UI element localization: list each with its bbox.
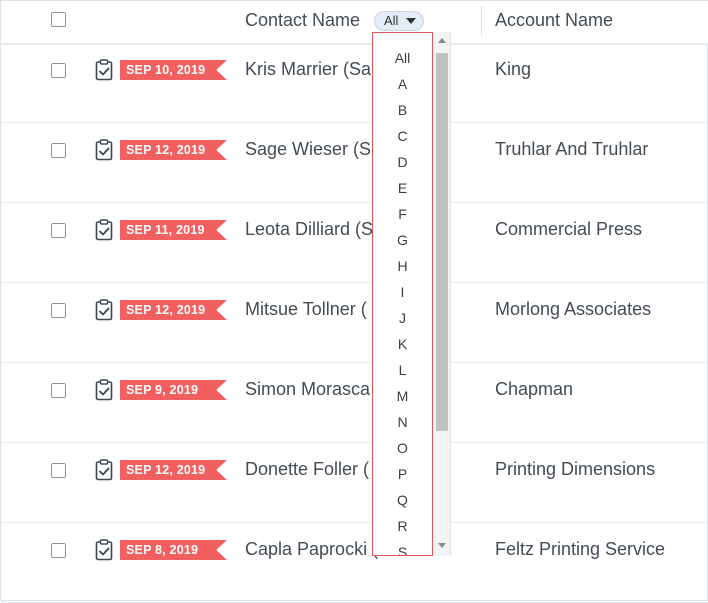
filter-option-letter[interactable]: F xyxy=(373,206,432,222)
table-row[interactable]: SEP 8, 2019 Capla Paprocki ( Feltz Printin… xyxy=(1,523,708,603)
account-name-column-header[interactable]: Account Name xyxy=(495,10,613,31)
filter-option-letter[interactable]: P xyxy=(373,466,432,482)
select-all-checkbox[interactable] xyxy=(51,12,66,27)
filter-option-letter[interactable]: B xyxy=(373,102,432,118)
account-name-link[interactable]: King xyxy=(495,59,531,80)
filter-option-letter[interactable]: M xyxy=(373,388,432,404)
filter-option-all[interactable]: All xyxy=(373,50,432,66)
row-checkbox[interactable] xyxy=(51,383,66,398)
filter-value: All xyxy=(384,13,399,28)
row-checkbox[interactable] xyxy=(51,463,66,478)
table-row[interactable]: SEP 12, 2019 Sage Wieser (Sa Truhlar And T… xyxy=(1,123,708,203)
filter-option-letter[interactable]: O xyxy=(373,440,432,456)
clipboard-check-icon[interactable] xyxy=(95,59,113,81)
filter-option-letter[interactable]: J xyxy=(373,310,432,326)
clipboard-check-icon[interactable] xyxy=(95,299,113,321)
contact-name-column-header[interactable]: Contact Name xyxy=(245,10,360,31)
account-name-link[interactable]: Commercial Press xyxy=(495,219,642,240)
filter-option-letter[interactable]: D xyxy=(373,154,432,170)
filter-option-letter[interactable]: G xyxy=(373,232,432,248)
row-checkbox[interactable] xyxy=(51,303,66,318)
filter-option-letter[interactable]: K xyxy=(373,336,432,352)
dropdown-scrollbar[interactable] xyxy=(433,32,451,556)
table-row[interactable]: SEP 12, 2019 Mitsue Tollner ( Morlong Asso… xyxy=(1,283,708,363)
clipboard-check-icon[interactable] xyxy=(95,539,113,561)
contact-name-link[interactable]: Donette Foller ( xyxy=(245,459,369,480)
contact-name-link[interactable]: Leota Dilliard (S xyxy=(245,219,373,240)
contact-name-link[interactable]: Simon Morasca xyxy=(245,379,370,400)
account-name-link[interactable]: Printing Dimensions xyxy=(495,459,655,480)
alphabet-filter-dropdown: All A B C D E F G H I J K L M N O P Q R S xyxy=(372,32,433,556)
table-row[interactable]: SEP 10, 2019 Kris Marrier (Sa King xyxy=(1,43,708,123)
account-name-link[interactable]: Feltz Printing Service xyxy=(495,539,665,560)
row-checkbox[interactable] xyxy=(51,543,66,558)
contact-name-link[interactable]: Mitsue Tollner ( xyxy=(245,299,367,320)
contact-name-link[interactable]: Capla Paprocki ( xyxy=(245,539,378,560)
filter-option-letter[interactable]: L xyxy=(373,362,432,378)
column-divider[interactable] xyxy=(481,6,482,36)
row-checkbox[interactable] xyxy=(51,143,66,158)
due-date-badge: SEP 8, 2019 xyxy=(120,540,227,560)
table-row[interactable]: SEP 12, 2019 Donette Foller ( Printing Dim… xyxy=(1,443,708,523)
account-name-link[interactable]: Chapman xyxy=(495,379,573,400)
table-row[interactable]: SEP 9, 2019 Simon Morasca Chapman xyxy=(1,363,708,443)
filter-option-letter[interactable]: R xyxy=(373,518,432,534)
due-date-badge: SEP 12, 2019 xyxy=(120,300,227,320)
row-checkbox[interactable] xyxy=(51,223,66,238)
contact-name-filter-button[interactable]: All xyxy=(374,11,424,31)
contact-name-link[interactable]: Kris Marrier (Sa xyxy=(245,59,371,80)
chevron-down-icon xyxy=(406,18,416,24)
list-view: Contact Name All Account Name SEP 10, 20… xyxy=(0,0,708,603)
filter-option-letter[interactable]: S xyxy=(373,544,432,555)
due-date-badge: SEP 10, 2019 xyxy=(120,60,227,80)
due-date-badge: SEP 11, 2019 xyxy=(120,220,227,240)
due-date-badge: SEP 12, 2019 xyxy=(120,140,227,160)
filter-option-letter[interactable]: I xyxy=(373,284,432,300)
scroll-down-arrow-icon[interactable] xyxy=(438,543,446,548)
clipboard-check-icon[interactable] xyxy=(95,379,113,401)
clipboard-check-icon[interactable] xyxy=(95,139,113,161)
contact-name-link[interactable]: Sage Wieser (Sa xyxy=(245,139,381,160)
due-date-badge: SEP 12, 2019 xyxy=(120,460,227,480)
filter-option-letter[interactable]: H xyxy=(373,258,432,274)
filter-option-letter[interactable]: E xyxy=(373,180,432,196)
account-name-link[interactable]: Morlong Associates xyxy=(495,299,651,320)
scroll-up-arrow-icon[interactable] xyxy=(438,38,446,43)
clipboard-check-icon[interactable] xyxy=(95,459,113,481)
filter-option-letter[interactable]: C xyxy=(373,128,432,144)
filter-option-letter[interactable]: N xyxy=(373,414,432,430)
clipboard-check-icon[interactable] xyxy=(95,219,113,241)
filter-option-letter[interactable]: Q xyxy=(373,492,432,508)
account-name-link[interactable]: Truhlar And Truhlar xyxy=(495,139,648,160)
scrollbar-thumb[interactable] xyxy=(436,53,448,431)
table-header: Contact Name All Account Name xyxy=(1,1,708,45)
filter-option-letter[interactable]: A xyxy=(373,76,432,92)
row-checkbox[interactable] xyxy=(51,63,66,78)
table-row[interactable]: SEP 11, 2019 Leota Dilliard (S Commercial … xyxy=(1,203,708,283)
due-date-badge: SEP 9, 2019 xyxy=(120,380,227,400)
